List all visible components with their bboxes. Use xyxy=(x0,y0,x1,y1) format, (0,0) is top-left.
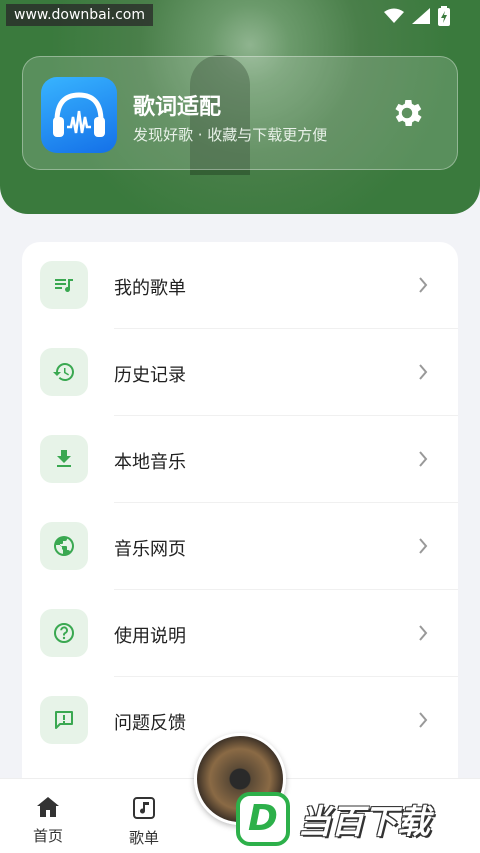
brand-logo: D xyxy=(236,792,290,846)
app-tagline: 发现好歌 · 收藏与下载更方便 xyxy=(133,126,328,144)
menu-item-label: 问题反馈 xyxy=(114,713,186,734)
chevron-right-icon xyxy=(419,451,428,467)
music-note-icon xyxy=(133,797,155,819)
history-icon-box xyxy=(40,348,88,396)
download-icon-box xyxy=(40,435,88,483)
help-icon-box xyxy=(40,609,88,657)
menu-item-label: 使用说明 xyxy=(114,626,186,647)
menu-item-label: 我的歌单 xyxy=(114,278,186,299)
menu-item-local-music[interactable]: 本地音乐 xyxy=(22,416,458,502)
app-info-card: 歌词适配 发现好歌 · 收藏与下载更方便 xyxy=(22,56,458,170)
menu-item-label: 本地音乐 xyxy=(114,452,186,473)
battery-icon xyxy=(438,6,450,26)
globe-icon-box xyxy=(40,522,88,570)
help-icon xyxy=(54,623,74,643)
brand-watermark: D 当百下载 xyxy=(236,792,430,846)
playlist-icon-box xyxy=(40,261,88,309)
nav-playlist[interactable]: 歌单 xyxy=(114,795,174,848)
wifi-icon xyxy=(384,8,404,23)
globe-icon xyxy=(54,536,74,556)
history-icon xyxy=(53,363,74,381)
signal-icon xyxy=(412,8,430,24)
chevron-right-icon xyxy=(419,712,428,728)
app-title: 歌词适配 xyxy=(133,95,222,120)
playlist-icon xyxy=(55,279,73,292)
headphones-logo-icon xyxy=(41,77,117,153)
feedback-icon xyxy=(55,711,73,729)
chevron-right-icon xyxy=(419,277,428,293)
menu-item-history[interactable]: 历史记录 xyxy=(22,329,458,415)
chevron-right-icon xyxy=(419,364,428,380)
menu-item-label: 音乐网页 xyxy=(114,539,186,560)
brand-text: 当百下载 xyxy=(298,802,430,841)
home-icon xyxy=(37,797,59,817)
chevron-right-icon xyxy=(419,625,428,641)
nav-home[interactable]: 首页 xyxy=(18,795,78,846)
menu-item-instructions[interactable]: 使用说明 xyxy=(22,590,458,676)
menu-item-music-web[interactable]: 音乐网页 xyxy=(22,503,458,589)
menu-card: 我的歌单 历史记录 本地音乐 音乐网页 使用说明 问题反馈 xyxy=(22,242,458,802)
feedback-icon-box xyxy=(40,696,88,744)
nav-home-label: 首页 xyxy=(32,827,63,845)
menu-item-label: 历史记录 xyxy=(114,365,186,386)
menu-item-my-playlist[interactable]: 我的歌单 xyxy=(22,242,458,328)
gear-icon[interactable] xyxy=(389,95,425,131)
download-icon xyxy=(57,450,71,467)
nav-playlist-label: 歌单 xyxy=(128,829,159,847)
status-bar xyxy=(384,6,450,26)
chevron-right-icon xyxy=(419,538,428,554)
site-watermark: www.downbai.com xyxy=(6,4,153,26)
